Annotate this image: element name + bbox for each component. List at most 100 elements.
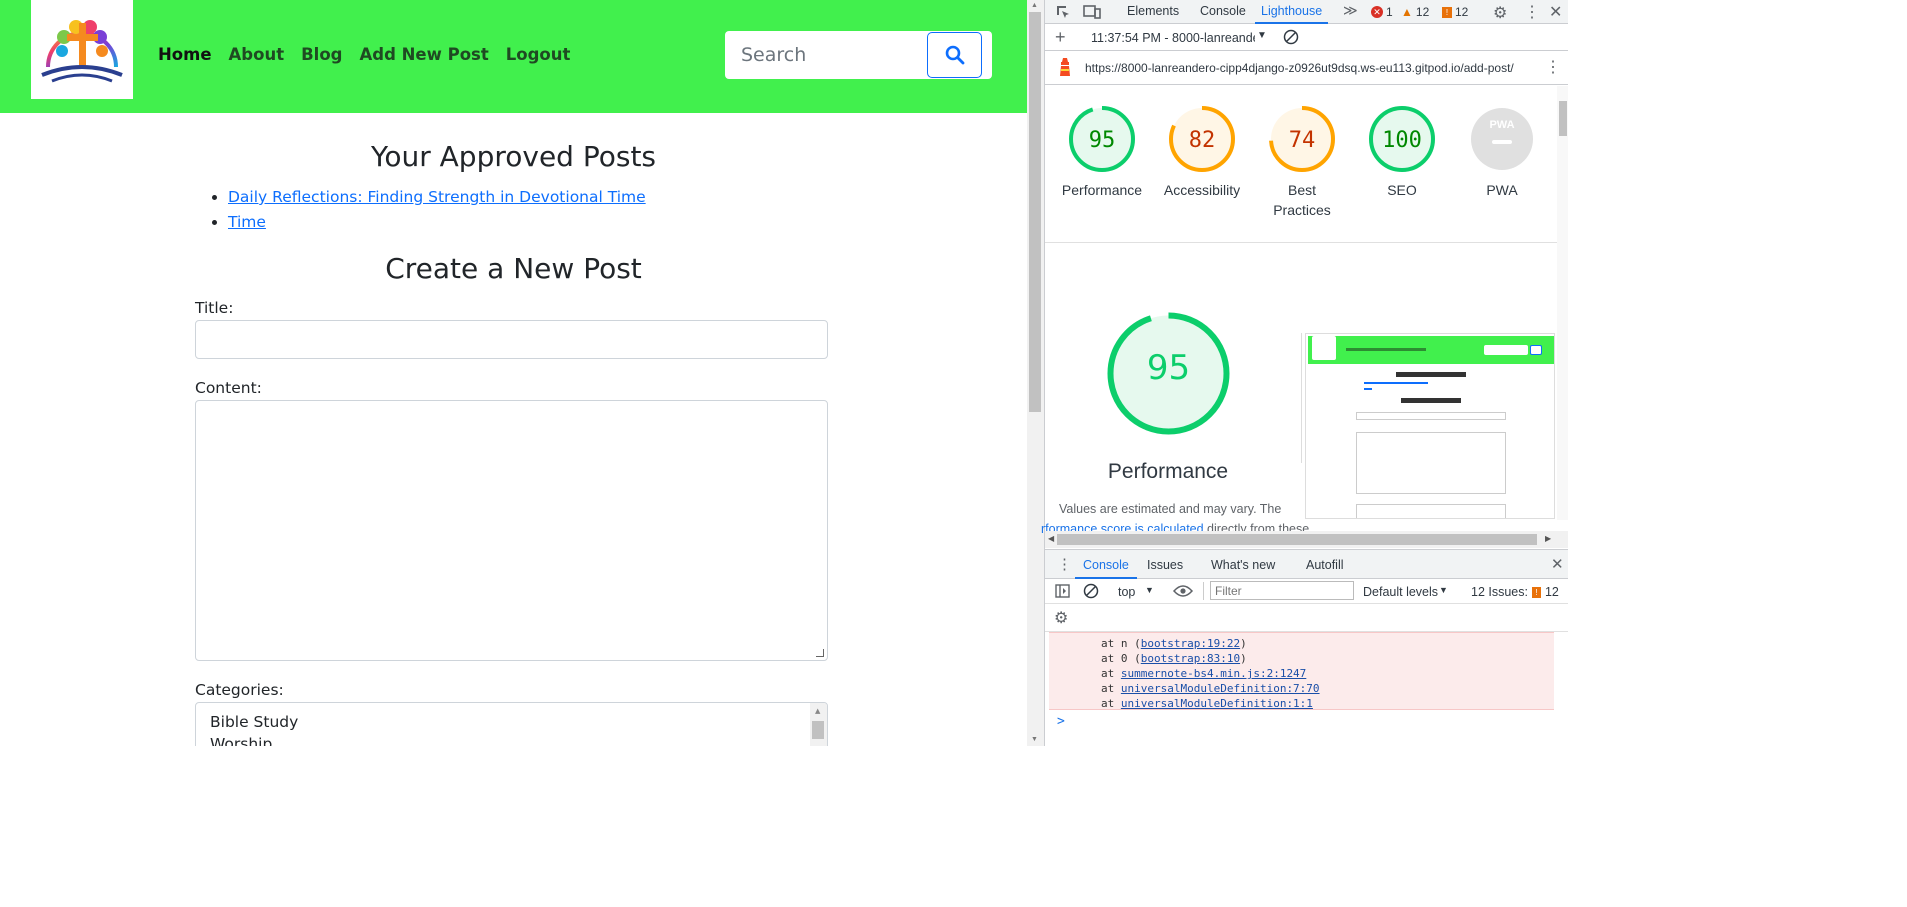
stack-frame-suffix: ) — [1240, 637, 1247, 650]
error-icon: ✕ — [1371, 6, 1383, 18]
stack-frame: at universalModuleDefinition:1:1 — [1101, 697, 1313, 710]
scroll-thumb[interactable] — [812, 721, 824, 739]
drawer-menu-icon[interactable]: ⋮ — [1057, 555, 1072, 573]
site-logo[interactable] — [31, 0, 133, 99]
divider — [1301, 333, 1302, 463]
approved-post-link[interactable]: Daily Reflections: Finding Strength in D… — [228, 188, 646, 206]
console-filter-input[interactable] — [1210, 581, 1354, 600]
page-scrollbar[interactable]: ▲ ▼ — [1027, 0, 1044, 746]
source-link[interactable]: bootstrap:19:22 — [1141, 637, 1240, 650]
tab-lighthouse[interactable]: Lighthouse — [1255, 0, 1329, 24]
scroll-down-icon[interactable]: ▼ — [1031, 736, 1038, 743]
lighthouse-scrollbar[interactable] — [1557, 86, 1568, 520]
thumbnail-navbar — [1308, 336, 1554, 364]
search-input[interactable] — [725, 31, 925, 79]
live-expression-eye-icon[interactable] — [1172, 584, 1194, 601]
scroll-thumb[interactable] — [1559, 101, 1567, 136]
warning-count[interactable]: ▲ 12 — [1401, 5, 1429, 19]
title-input[interactable] — [195, 320, 828, 359]
tab-console[interactable]: Console — [1200, 0, 1246, 24]
scroll-thumb[interactable] — [1057, 534, 1537, 545]
nav-blog-link[interactable]: Blog — [301, 45, 342, 64]
source-link[interactable]: bootstrap:83:10 — [1141, 652, 1240, 665]
drawer-tab-autofill[interactable]: Autofill — [1306, 552, 1344, 579]
scroll-left-icon[interactable]: ◀ — [1048, 534, 1054, 543]
resize-handle[interactable] — [816, 649, 824, 657]
score-gauge-performance[interactable]: 95 Performance — [1057, 104, 1147, 200]
category-option[interactable]: Bible Study — [196, 711, 827, 733]
stack-frame-prefix: at — [1101, 682, 1121, 695]
performance-big-gauge: 95 — [1105, 310, 1232, 437]
console-toolbar: top ▼ Default levels ▼ 12 Issues: ! 12 — [1045, 579, 1568, 604]
score-gauge-best-practices[interactable]: 74 Best Practices — [1257, 104, 1347, 220]
console-prompt[interactable]: > — [1057, 714, 1065, 729]
settings-gear-icon[interactable]: ⚙ — [1493, 3, 1507, 23]
error-count-text: 1 — [1386, 5, 1393, 19]
nav-logout-link[interactable]: Logout — [506, 45, 571, 64]
scroll-up-icon[interactable]: ▲ — [1031, 2, 1038, 9]
web-page: Home About Blog Add New Post Logout Your… — [0, 0, 1027, 746]
drawer-tab-console[interactable]: Console — [1075, 552, 1137, 579]
clear-console-icon[interactable] — [1083, 583, 1099, 602]
source-link[interactable]: summernote-bs4.min.js:2:1247 — [1121, 667, 1306, 680]
scroll-up-icon: ▲ — [815, 707, 821, 715]
devtools-tabbar: Elements Console Lighthouse ≫ ✕ 1 ▲ 12 !… — [1045, 0, 1568, 24]
stack-frame-prefix: at 0 ( — [1101, 652, 1141, 665]
gauge-score-value: 95 — [1089, 128, 1116, 153]
nav-home-link[interactable]: Home — [158, 45, 212, 64]
score-gauge-pwa[interactable]: PWA PWA — [1457, 104, 1547, 200]
console-error-stack: at n (bootstrap:19:22) at 0 (bootstrap:83… — [1049, 632, 1554, 710]
scroll-right-icon[interactable]: ▶ — [1545, 534, 1551, 543]
search-button[interactable] — [927, 32, 982, 78]
score-gauge-accessibility[interactable]: 82 Accessibility — [1157, 104, 1247, 200]
log-levels-dropdown[interactable]: Default levels — [1363, 585, 1438, 599]
drawer-tab-issues[interactable]: Issues — [1147, 552, 1183, 579]
stack-frame: at universalModuleDefinition:7:70 — [1101, 682, 1320, 695]
context-selector[interactable]: top — [1118, 585, 1135, 599]
context-dropdown-icon[interactable]: ▼ — [1145, 585, 1154, 595]
content-textarea[interactable] — [195, 400, 828, 661]
thumbnail-link — [1364, 382, 1428, 384]
score-gauge-seo[interactable]: 100 SEO — [1357, 104, 1447, 200]
approved-post-link[interactable]: Time — [228, 213, 266, 231]
clear-reports-icon[interactable] — [1283, 29, 1299, 48]
pwa-badge-text: PWA — [1489, 119, 1514, 131]
console-settings-row: ⚙ — [1045, 604, 1568, 632]
kebab-menu-icon[interactable]: ⋮ — [1524, 2, 1540, 22]
thumbnail-heading — [1401, 398, 1461, 403]
category-option[interactable]: Worship — [196, 733, 827, 746]
gauge-ring-icon: 82 — [1169, 106, 1235, 172]
dropdown-arrow-icon[interactable]: ▼ — [1257, 30, 1267, 41]
source-link[interactable]: universalModuleDefinition:7:70 — [1121, 682, 1320, 695]
gauge-ring-icon: 100 — [1369, 106, 1435, 172]
new-report-plus-icon[interactable]: + — [1055, 27, 1066, 48]
more-tabs-icon[interactable]: ≫ — [1343, 2, 1358, 19]
drawer-tab-whats-new[interactable]: What's new — [1211, 552, 1275, 579]
issues-badge[interactable]: ! 12 — [1442, 5, 1468, 19]
lighthouse-horizontal-scrollbar[interactable]: ◀ ▶ — [1045, 531, 1568, 548]
stack-frame-prefix: at — [1101, 697, 1121, 710]
levels-dropdown-icon[interactable]: ▼ — [1439, 585, 1448, 595]
gauge-score-value: 100 — [1382, 128, 1422, 153]
page-screenshot-thumbnail[interactable] — [1305, 333, 1555, 519]
device-toolbar-icon[interactable] — [1083, 4, 1101, 23]
gauge-background — [1471, 108, 1533, 170]
console-settings-gear-icon[interactable]: ⚙ — [1054, 608, 1068, 628]
tab-elements[interactable]: Elements — [1127, 0, 1179, 24]
sidebar-toggle-icon[interactable] — [1055, 584, 1070, 601]
report-selector[interactable]: 11:37:54 PM - 8000-lanreande — [1091, 31, 1255, 45]
nav-links: Home About Blog Add New Post Logout — [158, 45, 570, 64]
error-count[interactable]: ✕ 1 — [1371, 5, 1393, 19]
scroll-thumb[interactable] — [1029, 12, 1041, 412]
stack-frame: at summernote-bs4.min.js:2:1247 — [1101, 667, 1306, 680]
close-devtools-icon[interactable]: ✕ — [1549, 2, 1562, 22]
categories-scrollbar[interactable]: ▲ — [810, 703, 827, 746]
close-drawer-icon[interactable]: ✕ — [1551, 555, 1564, 573]
source-link[interactable]: universalModuleDefinition:1:1 — [1121, 697, 1313, 710]
nav-about-link[interactable]: About — [229, 45, 285, 64]
inspect-element-icon[interactable] — [1055, 4, 1071, 23]
report-menu-icon[interactable]: ⋮ — [1545, 57, 1561, 77]
categories-select[interactable]: Bible Study Worship ▲ — [195, 702, 828, 746]
nav-add-post-link[interactable]: Add New Post — [359, 45, 488, 64]
issues-counter[interactable]: 12 Issues: ! 12 — [1471, 585, 1559, 599]
